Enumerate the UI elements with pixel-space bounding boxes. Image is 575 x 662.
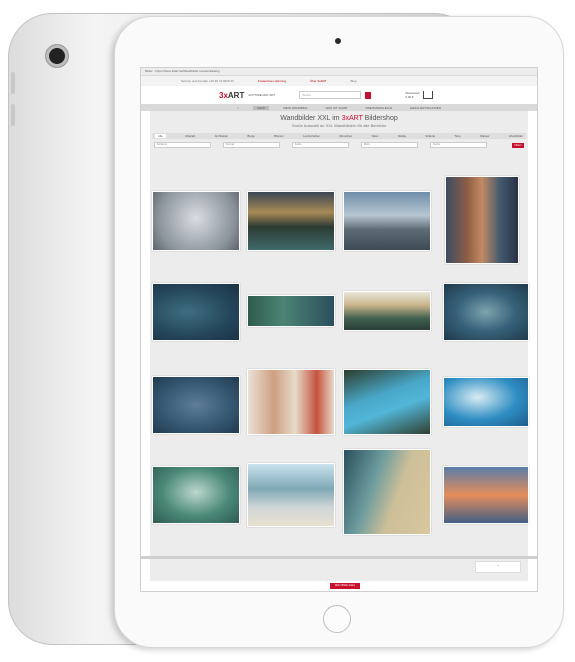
- volume-button: [11, 104, 15, 126]
- category-tab[interactable]: Wandbilder: [509, 134, 523, 138]
- image-thumb-abstract-blue[interactable]: [152, 283, 240, 341]
- nav-item-my-wallpicture[interactable]: MEIN WANDBILD: [279, 106, 311, 110]
- image-thumb-clouds-sea[interactable]: [443, 377, 529, 427]
- nav-item-about[interactable]: WAS IST 3xART: [321, 106, 351, 110]
- page-subtitle: Große Auswahl an XXL Wandbildern für all…: [291, 123, 387, 128]
- category-tab[interactable]: Wasser: [480, 134, 489, 138]
- search-input[interactable]: Suche: [299, 91, 362, 99]
- volume-button: [11, 72, 15, 94]
- image-thumb-beach-aerial[interactable]: [343, 449, 431, 535]
- scroll-top-button[interactable]: ⌃: [475, 561, 521, 573]
- category-tab[interactable]: Landschaften: [303, 134, 320, 138]
- category-tab[interactable]: Abstrakt: [185, 134, 195, 138]
- category-tab[interactable]: Strände: [425, 134, 435, 138]
- logo-prefix: 3x: [219, 90, 228, 100]
- image-thumb-city[interactable]: [445, 176, 519, 264]
- image-thumb-aerial-green[interactable]: [152, 466, 240, 524]
- category-tab[interactable]: Alle: [155, 134, 166, 138]
- category-tab[interactable]: Blumen: [274, 134, 283, 138]
- category-tab[interactable]: Menschen: [339, 134, 352, 138]
- browser-screen: Bilder - https://www.3dart.de/Wandbilder…: [140, 67, 538, 592]
- category-tab[interactable]: Tiere: [454, 134, 460, 138]
- image-thumb-pier[interactable]: [247, 463, 335, 527]
- filter-dropdown[interactable]: Sortieren: [154, 142, 211, 148]
- logo-tagline: ANYTIME MAY ART: [248, 93, 276, 97]
- shop-page: Wandbilder XXL im 3xART Bildershop Große…: [150, 111, 529, 589]
- rear-camera: [49, 48, 65, 64]
- page-footer-bar: [141, 556, 537, 559]
- image-thumb-aerial-cloud[interactable]: [443, 283, 529, 341]
- address-bar[interactable]: Bilder - https://www.3dart.de/Wandbilder…: [141, 68, 537, 76]
- image-thumb-texture[interactable]: [152, 376, 240, 434]
- image-thumb-sunset-boat[interactable]: [443, 466, 529, 524]
- category-tab[interactable]: Architektur: [215, 134, 228, 138]
- top-info-bar: Service und Kontakt +49 36 73 9625 06 Ko…: [141, 76, 537, 86]
- filter-row: Sortieren Format Farbe Motiv Suche Filte…: [150, 139, 528, 151]
- search-button[interactable]: [365, 91, 372, 99]
- image-thumb-ships[interactable]: [343, 191, 431, 251]
- title-after: Bildershop: [362, 115, 398, 122]
- category-tab[interactable]: Berge: [247, 134, 254, 138]
- image-thumb-people[interactable]: [247, 369, 335, 435]
- logo-main: ART: [227, 90, 245, 100]
- home-icon[interactable]: ⌂: [233, 106, 243, 110]
- cart-icon[interactable]: [423, 91, 434, 99]
- category-tab[interactable]: Natur: [372, 134, 379, 138]
- title-before: Wandbilder XXL im: [280, 115, 342, 122]
- front-camera: [335, 38, 341, 44]
- title-brand: 3xART: [341, 115, 363, 122]
- filter-dropdown[interactable]: Motiv: [361, 142, 418, 148]
- nav-item-price-compare[interactable]: PREISVERGLEICH: [362, 106, 396, 110]
- site-logo[interactable]: 3xART: [219, 91, 244, 100]
- image-thumb-river[interactable]: [343, 369, 431, 435]
- category-tab[interactable]: Städte: [398, 134, 406, 138]
- nav-item-business[interactable]: GESCHÄFTSKUNDEN: [406, 106, 445, 110]
- blog-link[interactable]: Blog: [350, 79, 356, 83]
- filter-dropdown[interactable]: Format: [223, 142, 280, 148]
- filter-dropdown[interactable]: Farbe: [292, 142, 349, 148]
- logo-row: 3xART ANYTIME MAY ART Suche Warenkorb 0,…: [141, 86, 537, 104]
- nav-item-shop[interactable]: SHOP: [252, 105, 270, 110]
- free-delivery: Kostenlose Lieferung: [257, 79, 286, 83]
- image-thumb-coast[interactable]: [247, 191, 335, 251]
- image-thumb-trees[interactable]: [152, 191, 240, 251]
- about-link[interactable]: Über 3xART: [310, 79, 326, 83]
- filter-input[interactable]: Suche: [430, 142, 487, 148]
- image-thumb-mountains[interactable]: [343, 291, 431, 331]
- cart-label[interactable]: Warenkorb 0,00 €: [405, 91, 420, 99]
- load-more-button[interactable]: Mehr Bilder laden: [330, 583, 360, 589]
- filter-button[interactable]: Filtern: [512, 142, 524, 148]
- main-nav: ⌂ SHOP MEIN WANDBILD WAS IST 3xART PREIS…: [141, 104, 537, 111]
- service-contact[interactable]: Service und Kontakt +49 36 73 9625 06: [181, 79, 234, 83]
- image-thumb-forest[interactable]: [247, 295, 335, 327]
- page-title: Wandbilder XXL im 3xART Bildershop: [150, 111, 528, 122]
- home-button[interactable]: [323, 605, 351, 633]
